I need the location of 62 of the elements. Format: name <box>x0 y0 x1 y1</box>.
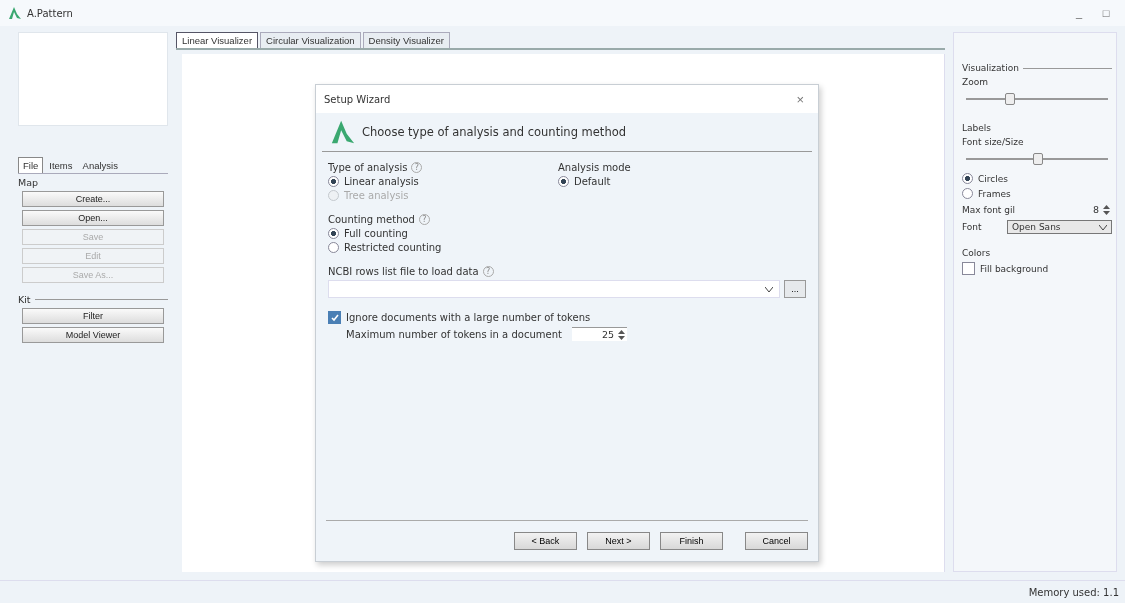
field-label: Max font gil <box>962 204 1015 215</box>
caret-icon <box>765 286 773 292</box>
number-spinner[interactable]: 25 <box>571 327 627 341</box>
wizard-button[interactable]: Next > <box>587 532 650 550</box>
sidebar-button[interactable]: Filter <box>22 308 164 324</box>
radio-label: Circles <box>978 173 1008 184</box>
radio-button[interactable] <box>962 188 973 199</box>
dialog-title: Setup Wizard <box>324 93 391 105</box>
slider-label: Zoom <box>962 77 989 87</box>
tab[interactable]: Density Visualizer <box>362 32 450 48</box>
radio-label: Linear analysis <box>344 176 419 187</box>
radio-label: Frames <box>978 188 1011 199</box>
field-label: Font <box>962 222 983 232</box>
size-slider[interactable] <box>966 153 1108 165</box>
dialog-heading: Choose type of analysis and counting method <box>362 125 626 139</box>
section-label: Analysis mode <box>558 162 632 173</box>
section-label: Type of analysis <box>328 162 408 173</box>
section-label: Colors <box>962 248 992 258</box>
window-control[interactable]: □ <box>1095 6 1117 20</box>
font-dropdown[interactable]: Open Sans <box>1007 220 1112 234</box>
radio-button[interactable] <box>328 228 339 239</box>
field-label: NCBI rows list file to load data <box>328 266 479 277</box>
app-logo-icon <box>8 6 22 20</box>
checkbox[interactable] <box>328 311 341 324</box>
sidebar-button[interactable]: Create... <box>22 191 164 207</box>
section-label: Counting method <box>328 214 415 225</box>
sidebar-button[interactable]: Open... <box>22 210 164 226</box>
window-control[interactable]: _ <box>1068 6 1090 20</box>
status-text: Memory used: 1.1 <box>1028 586 1119 598</box>
zoom-slider[interactable] <box>966 93 1108 105</box>
tab[interactable]: Circular Visualization <box>260 32 361 48</box>
checkbox-label: Ignore documents with a large number of tokens <box>346 312 591 323</box>
tab[interactable]: Items <box>45 157 77 173</box>
section-label: Visualization <box>962 63 1019 73</box>
wizard-button[interactable]: < Back <box>514 532 577 550</box>
tab[interactable]: Linear Visualizer <box>176 32 259 48</box>
checkbox[interactable] <box>962 262 975 275</box>
tab[interactable]: Analysis <box>78 157 122 173</box>
slider-label: Font size/Size <box>962 137 1025 147</box>
sidebar-button[interactable]: Model Viewer <box>22 327 164 343</box>
group-label: Kit <box>18 294 31 305</box>
radio-button[interactable] <box>328 176 339 187</box>
caret-icon <box>1099 224 1107 230</box>
number-spinner[interactable]: 8 <box>1082 203 1112 216</box>
window-title: A.Pattern <box>27 7 73 19</box>
checkbox-label: Fill background <box>980 263 1049 274</box>
radio-label: Default <box>574 176 611 187</box>
radio-label: Full counting <box>344 228 408 239</box>
radio-button[interactable] <box>558 176 569 187</box>
tab[interactable]: File <box>18 157 44 173</box>
wizard-button[interactable]: Cancel <box>745 532 808 550</box>
radio-label: Restricted counting <box>344 242 442 253</box>
section-label: Labels <box>962 123 992 133</box>
radio-label: Tree analysis <box>344 190 409 201</box>
app-logo-icon <box>330 119 356 145</box>
field-label: Maximum number of tokens in a document <box>346 328 562 340</box>
group-label: Map <box>18 177 40 188</box>
browse-button[interactable]: ... <box>784 280 806 298</box>
wizard-button[interactable]: Finish <box>660 532 723 550</box>
radio-button[interactable] <box>962 173 973 184</box>
radio-button[interactable] <box>328 242 339 253</box>
close-button[interactable]: × <box>790 90 810 108</box>
